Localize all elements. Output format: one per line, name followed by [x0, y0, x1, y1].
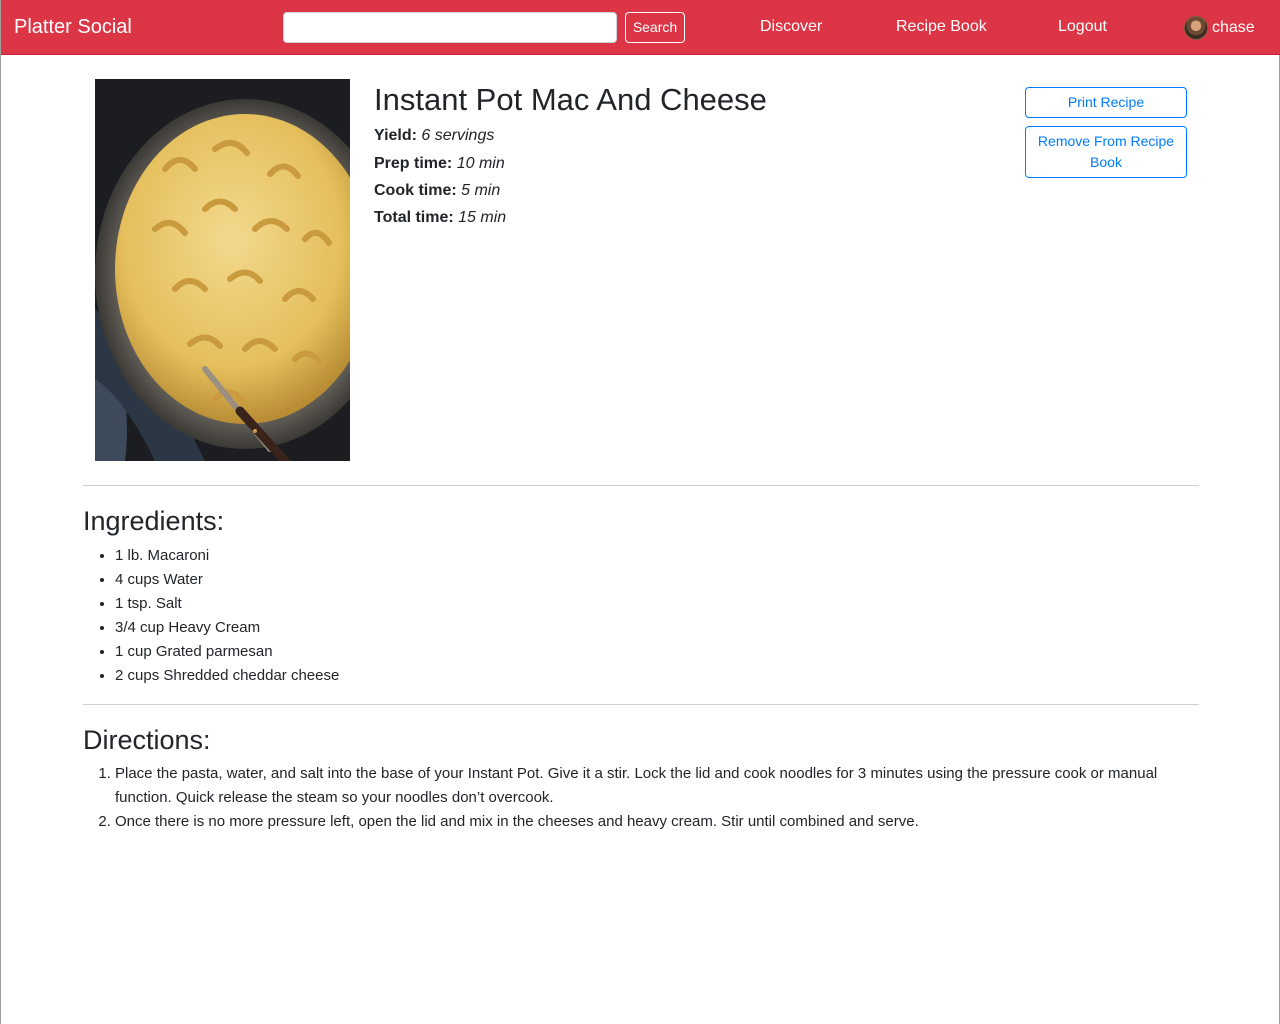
ingredients-heading: Ingredients:: [83, 506, 225, 536]
top-navbar: Platter Social Search Discover Recipe Bo…: [1, 0, 1280, 55]
yield-value: 6 servings: [421, 127, 495, 144]
divider: [83, 485, 1199, 486]
prep-value: 10 min: [456, 155, 505, 172]
nav-recipe-book[interactable]: Recipe Book: [896, 17, 987, 37]
ingredient-item: 4 cups Water: [115, 568, 1015, 592]
direction-step: Place the pasta, water, and salt into th…: [115, 762, 1185, 810]
recipe-title: Instant Pot Mac And Cheese: [374, 82, 767, 117]
remove-from-recipe-book-button[interactable]: Remove From Recipe Book: [1025, 126, 1187, 178]
nav-logout[interactable]: Logout: [1058, 17, 1107, 37]
divider: [83, 704, 1199, 705]
total-value: 15 min: [458, 209, 507, 226]
recipe-total-time: Total time: 15 min: [374, 208, 506, 228]
prep-label: Prep time:: [374, 155, 453, 172]
ingredient-item: 2 cups Shredded cheddar cheese: [115, 664, 1015, 688]
cook-value: 5 min: [461, 182, 501, 199]
recipe-yield: Yield: 6 servings: [374, 126, 494, 146]
recipe-prep-time: Prep time: 10 min: [374, 154, 505, 174]
ingredients-list: 1 lb. Macaroni 4 cups Water 1 tsp. Salt …: [115, 544, 1015, 688]
ingredient-item: 1 tsp. Salt: [115, 592, 1015, 616]
ingredient-item: 3/4 cup Heavy Cream: [115, 616, 1015, 640]
mac-and-cheese-photo-icon: [95, 79, 350, 461]
ingredient-item: 1 cup Grated parmesan: [115, 640, 1015, 664]
nav-discover[interactable]: Discover: [760, 17, 822, 37]
yield-label: Yield:: [374, 127, 417, 144]
recipe-image: [95, 79, 350, 461]
cook-label: Cook time:: [374, 182, 457, 199]
brand-logo[interactable]: Platter Social: [14, 15, 132, 39]
directions-heading: Directions:: [83, 725, 211, 755]
user-avatar-icon: [1184, 16, 1208, 40]
total-label: Total time:: [374, 209, 454, 226]
print-recipe-button[interactable]: Print Recipe: [1025, 87, 1187, 118]
nav-user-profile[interactable]: chase: [1184, 16, 1255, 40]
directions-list: Place the pasta, water, and salt into th…: [115, 762, 1185, 834]
user-name: chase: [1212, 19, 1255, 36]
direction-step: Once there is no more pressure left, ope…: [115, 810, 1185, 834]
recipe-cook-time: Cook time: 5 min: [374, 181, 500, 201]
search-input[interactable]: [283, 12, 617, 43]
search-button[interactable]: Search: [625, 12, 685, 43]
ingredient-item: 1 lb. Macaroni: [115, 544, 1015, 568]
